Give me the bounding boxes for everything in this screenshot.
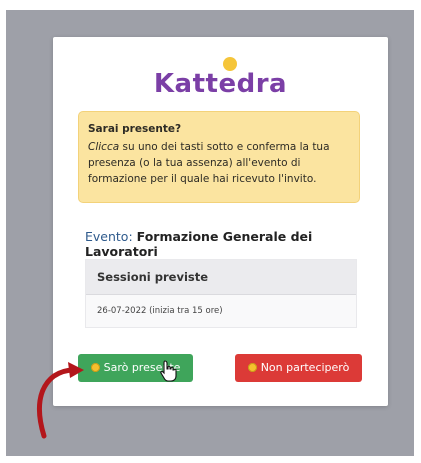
alert-body: Clicca su uno dei tasti sotto e conferma… bbox=[88, 139, 350, 187]
logo-text: Kattedra bbox=[153, 69, 288, 99]
sessions-table: Sessioni previste 26-07-2022 (inizia tra… bbox=[85, 259, 357, 328]
alert-body-text: su uno dei tasti sotto e conferma la tua… bbox=[88, 141, 330, 185]
attendance-alert: Sarai presente? Clicca su uno dei tasti … bbox=[78, 111, 360, 203]
decline-button-label: Non parteciperò bbox=[260, 361, 350, 374]
alert-title: Sarai presente? bbox=[88, 123, 182, 135]
invitation-card: Kattedra Sarai presente? Clicca su uno d… bbox=[53, 37, 388, 406]
sad-emoji-icon bbox=[247, 363, 257, 372]
hand-pointer-cursor-icon bbox=[160, 360, 177, 382]
kattedra-logo: Kattedra bbox=[53, 51, 388, 101]
alert-body-emphasis: Clicca bbox=[88, 141, 120, 153]
event-label: Evento: bbox=[85, 229, 133, 244]
smiley-emoji-icon bbox=[90, 363, 100, 372]
red-curved-arrow-icon bbox=[36, 362, 84, 439]
decline-button[interactable]: Non parteciperò bbox=[235, 354, 362, 382]
sessions-header: Sessioni previste bbox=[86, 260, 356, 295]
table-row: 26-07-2022 (inizia tra 15 ore) bbox=[97, 306, 223, 316]
event-line: Evento: Formazione Generale dei Lavorato… bbox=[85, 229, 385, 259]
